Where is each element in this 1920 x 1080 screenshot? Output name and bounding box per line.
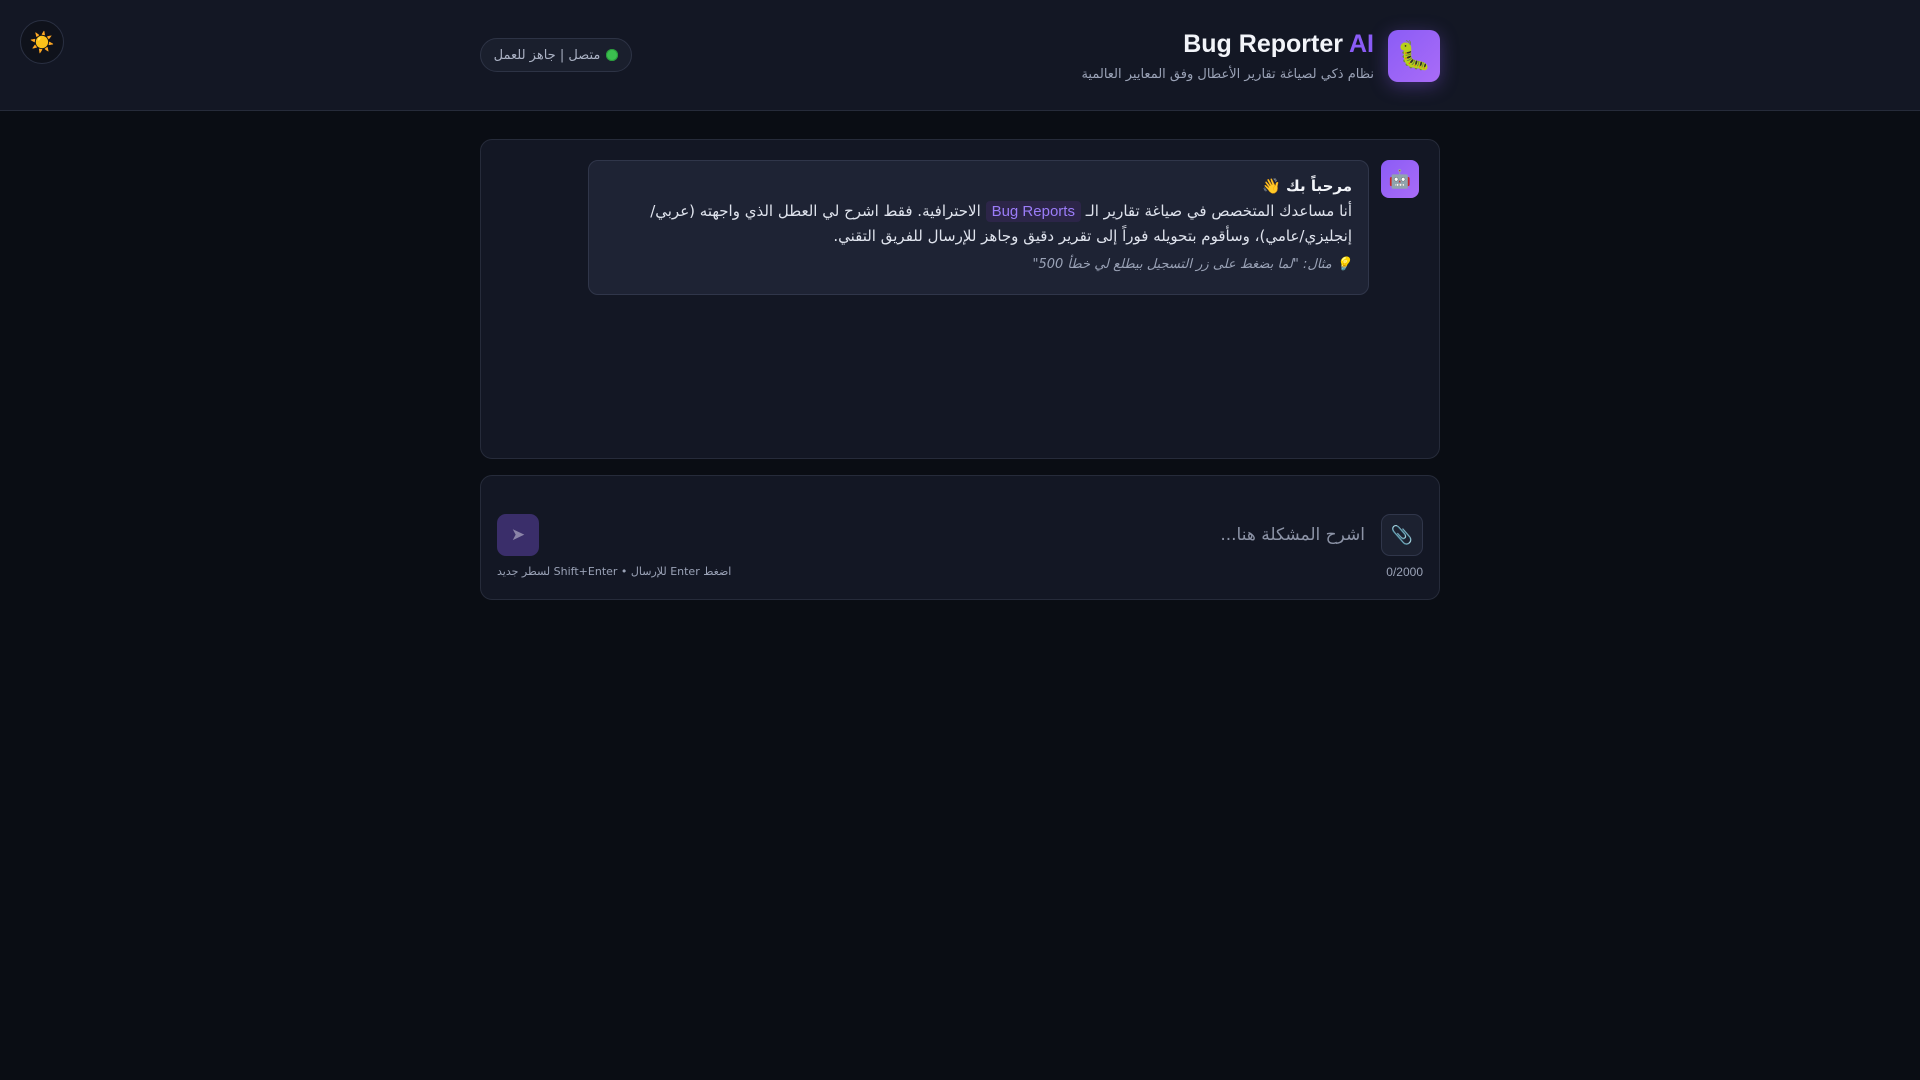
robot-icon: 🤖 (1388, 168, 1412, 190)
welcome-body-part1: أنا مساعدك المتخصص في صياغة تقارير الـ (1085, 202, 1352, 220)
keyboard-hint: اضغط Enter للإرسال • Shift+Enter لسطر جد… (497, 565, 732, 578)
app-title: Bug Reporter AI (1081, 29, 1374, 59)
status-dot-icon (606, 49, 619, 61)
status-text: متصل | جاهز للعمل (493, 47, 601, 63)
chat-panel: 🤖 مرحباً بك 👋 أنا مساعدك المتخصص في صياغ… (480, 139, 1440, 459)
char-counter: 0/2000 (1386, 565, 1423, 579)
welcome-message-bubble: مرحباً بك 👋 أنا مساعدك المتخصص في صياغة … (588, 160, 1369, 295)
message-input[interactable] (687, 516, 1367, 554)
brand: Bug Reporter AI نظام ذكي لصياغة تقارير ا… (1081, 29, 1440, 82)
app-title-main: Bug Reporter (1183, 30, 1343, 58)
bot-avatar: 🤖 (1381, 160, 1419, 198)
app-header: ☀️ متصل | جاهز للعمل Bug Reporter AI نظا… (0, 0, 1920, 111)
bug-reports-tag: Bug Reports (985, 201, 1081, 222)
send-button[interactable]: ➤ (497, 514, 539, 556)
example-hint: 💡 مثال: "لما بضغط على زر التسجيل بيطلع ل… (1032, 257, 1352, 272)
app-title-accent: AI (1349, 30, 1374, 58)
app-subtitle: نظام ذكي لصياغة تقارير الأعطال وفق المعا… (1081, 67, 1374, 82)
attach-button[interactable]: 📎 (1381, 514, 1423, 556)
welcome-greeting: مرحباً بك 👋 (1262, 177, 1352, 195)
logo-glyph: 🐛 (1396, 39, 1432, 72)
sun-icon: ☀️ (29, 30, 55, 54)
paperclip-icon: 📎 (1390, 524, 1414, 545)
send-icon: ➤ (510, 525, 526, 544)
theme-toggle-button[interactable]: ☀️ (20, 20, 64, 64)
brand-text: Bug Reporter AI نظام ذكي لصياغة تقارير ا… (1081, 29, 1374, 82)
welcome-body: أنا مساعدك المتخصص في صياغة تقارير الـ B… (605, 199, 1352, 249)
bug-icon: 🐛 (1388, 29, 1440, 82)
composer-panel: 📎 ➤ 0/2000 اضغط Enter للإرسال • Shift+En… (480, 475, 1440, 600)
connection-status-badge: متصل | جاهز للعمل (480, 38, 632, 72)
